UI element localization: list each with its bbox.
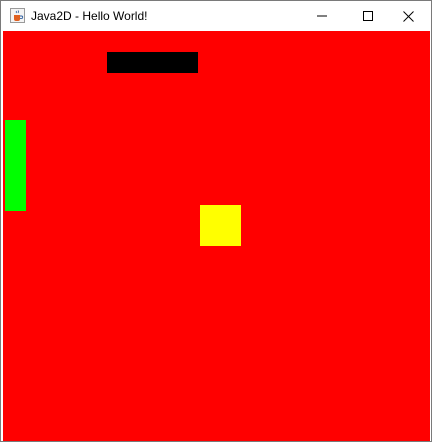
window-title: Java2D - Hello World!: [31, 9, 148, 23]
title-bar[interactable]: Java2D - Hello World!: [1, 1, 431, 31]
close-button[interactable]: [385, 1, 431, 31]
yellow-square: [200, 205, 241, 246]
minimize-button[interactable]: [299, 1, 345, 31]
drawing-canvas[interactable]: [3, 31, 430, 441]
maximize-icon: [363, 11, 373, 21]
java-cup-icon: [10, 8, 25, 23]
app-window: Java2D - Hello World!: [0, 0, 432, 442]
green-paddle: [5, 120, 26, 211]
minimize-icon: [317, 15, 327, 17]
close-icon: [402, 10, 414, 22]
black-bar: [107, 52, 198, 73]
